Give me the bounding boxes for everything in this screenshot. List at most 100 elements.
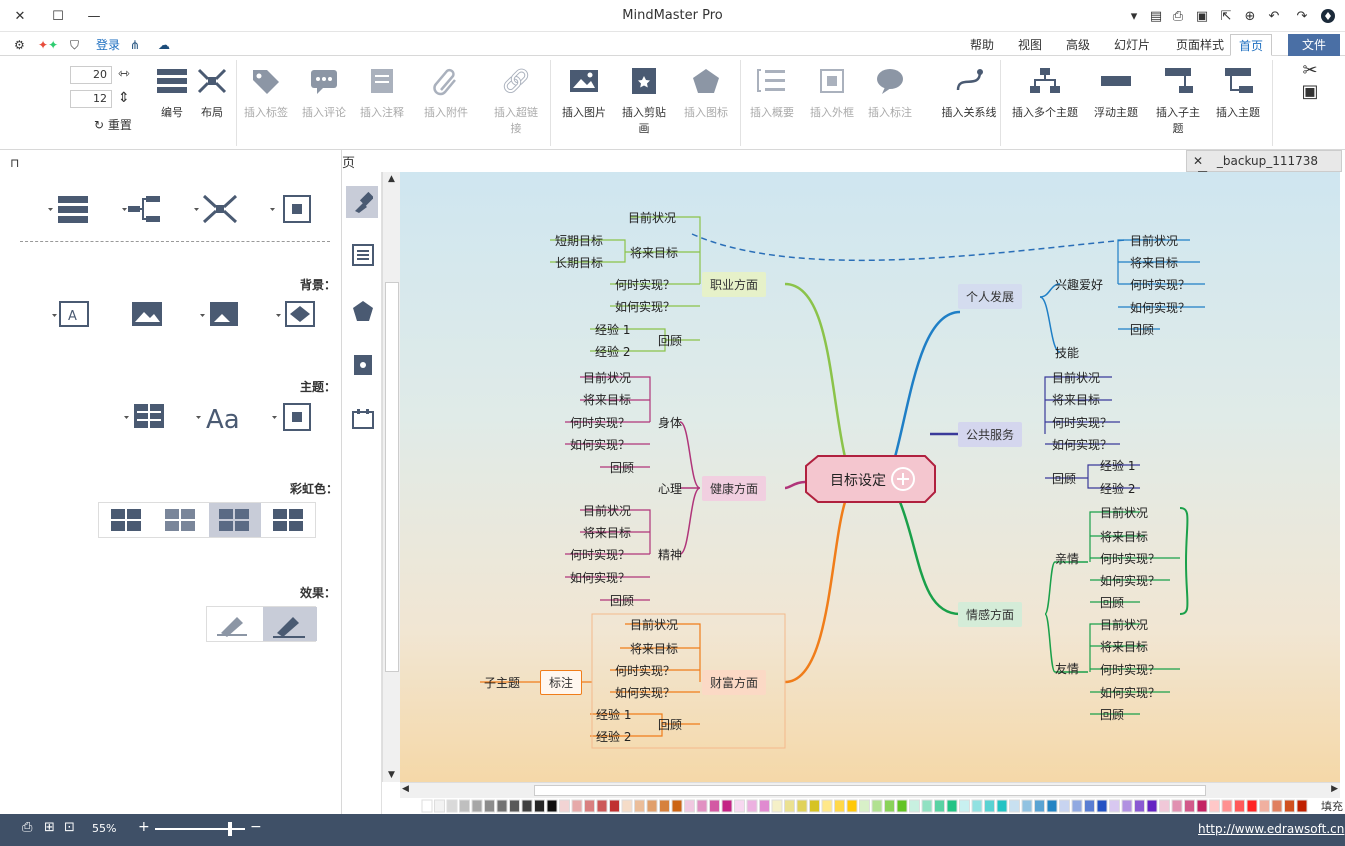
hobby-item[interactable]: 如何实现？ xyxy=(1130,299,1190,316)
color-swatch[interactable] xyxy=(1196,799,1208,813)
color-swatch[interactable] xyxy=(546,799,558,813)
insert-clipart-button[interactable]: 插入剪贴画 xyxy=(618,64,670,136)
spirit-item[interactable]: 如何实现？ xyxy=(570,569,630,586)
color-swatch[interactable] xyxy=(846,799,858,813)
color-swatch[interactable] xyxy=(809,799,820,813)
floating-subtopic[interactable]: 子主题 xyxy=(484,674,520,691)
color-swatch[interactable] xyxy=(1096,799,1108,813)
color-swatch[interactable] xyxy=(659,799,670,813)
color-swatch[interactable] xyxy=(759,799,770,813)
color-swatch[interactable] xyxy=(1184,799,1195,813)
clipart-library-icon[interactable] xyxy=(352,354,374,379)
slides-icon[interactable] xyxy=(352,408,374,433)
subtopic-skill[interactable]: 技能 xyxy=(1055,344,1079,361)
subtopic-mind[interactable]: 心理 xyxy=(658,480,682,497)
numbering-button[interactable]: 编号 xyxy=(146,64,198,120)
color-swatch[interactable] xyxy=(471,799,483,813)
format-brush-icon[interactable] xyxy=(346,186,378,218)
theme-options[interactable]: Aa xyxy=(120,400,320,434)
tab-help[interactable]: 帮助 xyxy=(962,34,1002,56)
wealth-item[interactable]: 如何实现？ xyxy=(615,684,675,701)
color-swatch[interactable] xyxy=(1221,799,1233,813)
color-swatch[interactable] xyxy=(959,799,970,813)
horizontal-scrollbar[interactable]: ◀ ▶ xyxy=(400,782,1340,798)
color-swatch[interactable] xyxy=(884,799,895,813)
wealth-review-item[interactable]: 经验 1 xyxy=(596,706,631,723)
tab-slides[interactable]: 幻灯片 xyxy=(1106,34,1158,56)
family-item[interactable]: 回顾 xyxy=(1100,594,1124,611)
insert-topic-button[interactable]: 插入主题 xyxy=(1212,64,1264,120)
color-swatch[interactable] xyxy=(509,799,520,813)
color-swatch[interactable] xyxy=(946,799,958,813)
color-swatch[interactable] xyxy=(984,799,995,813)
minimize-icon[interactable]: — xyxy=(84,6,104,26)
insert-boundary-button[interactable]: 插入外框 xyxy=(806,64,858,120)
hobby-item[interactable]: 回顾 xyxy=(1130,321,1154,338)
close-tab-icon[interactable]: ✕ xyxy=(1193,154,1203,168)
color-swatch[interactable] xyxy=(1034,799,1045,813)
main-topic-career[interactable]: 职业方面 xyxy=(702,272,767,297)
public-review-item[interactable]: 经验 2 xyxy=(1100,480,1135,497)
color-swatch[interactable] xyxy=(871,799,883,813)
body-item[interactable]: 何时实现？ xyxy=(570,414,630,431)
color-swatch[interactable] xyxy=(909,799,920,813)
color-swatch[interactable] xyxy=(534,799,545,813)
spirit-item[interactable]: 回顾 xyxy=(610,592,634,609)
color-swatch[interactable] xyxy=(459,799,470,813)
insert-icon-button[interactable]: 插入图标 xyxy=(680,64,732,120)
effect-options[interactable] xyxy=(206,606,317,642)
career-item[interactable]: 目前状况 xyxy=(628,209,676,226)
body-item[interactable]: 如何实现？ xyxy=(570,436,630,453)
color-swatch[interactable] xyxy=(1046,799,1058,813)
insert-callout-button[interactable]: 插入标注 xyxy=(864,64,916,120)
color-palette[interactable]: 填充 xyxy=(400,798,1345,814)
vertical-scrollbar[interactable]: ▲ ▼ xyxy=(382,172,400,782)
multiple-topics-button[interactable]: 插入多个主题 xyxy=(1010,64,1080,120)
color-swatch[interactable] xyxy=(1271,799,1283,813)
wealth-item[interactable]: 目前状况 xyxy=(630,616,678,633)
subtopic-family[interactable]: 亲情 xyxy=(1055,550,1079,567)
zoom-in-icon[interactable]: + xyxy=(138,819,150,835)
close-icon[interactable]: ✕ xyxy=(10,6,30,26)
friend-item[interactable]: 何时实现？ xyxy=(1100,661,1160,678)
color-swatch[interactable] xyxy=(521,799,533,813)
brand-icon[interactable]: ✦✦ xyxy=(30,34,66,56)
color-swatch[interactable] xyxy=(1209,799,1220,813)
main-topic-emotion[interactable]: 情感方面 xyxy=(958,602,1023,627)
career-item[interactable]: 回顾 xyxy=(658,332,682,349)
insert-summary-button[interactable]: 插入概要 xyxy=(746,64,798,120)
body-item[interactable]: 将来目标 xyxy=(583,391,631,408)
wealth-review-item[interactable]: 经验 2 xyxy=(596,728,631,745)
spacing-input-1[interactable]: 20 xyxy=(70,66,112,84)
career-goal-item[interactable]: 短期目标 xyxy=(555,232,603,249)
career-review-item[interactable]: 经验 1 xyxy=(595,321,630,338)
hobby-item[interactable]: 目前状况 xyxy=(1130,232,1178,249)
website-link[interactable]: http://www.edrawsoft.cn xyxy=(1198,822,1344,836)
spirit-item[interactable]: 将来目标 xyxy=(583,524,631,541)
career-item[interactable]: 如何实现？ xyxy=(615,298,675,315)
zoom-slider-handle[interactable] xyxy=(228,822,232,836)
floating-topic-button[interactable]: 浮动主题 xyxy=(1090,64,1142,120)
tab-advanced[interactable]: 高级 xyxy=(1058,34,1098,56)
main-topic-personal[interactable]: 个人发展 xyxy=(958,284,1023,309)
color-swatch[interactable] xyxy=(1084,799,1095,813)
career-item[interactable]: 将来目标 xyxy=(630,244,678,261)
spirit-item[interactable]: 何时实现？ xyxy=(570,546,630,563)
color-swatch[interactable] xyxy=(484,799,495,813)
clipboard-group[interactable]: ✂ ▣ xyxy=(1280,60,1340,104)
insert-relation-button[interactable]: 插入关系线 xyxy=(940,64,998,120)
public-item[interactable]: 何时实现？ xyxy=(1052,414,1112,431)
family-item[interactable]: 将来目标 xyxy=(1100,528,1148,545)
color-swatch[interactable] xyxy=(796,799,808,813)
color-swatch[interactable] xyxy=(1171,799,1183,813)
color-swatch[interactable] xyxy=(1146,799,1158,813)
color-swatch[interactable] xyxy=(821,799,833,813)
color-swatch[interactable] xyxy=(771,799,783,813)
color-swatch[interactable] xyxy=(634,799,645,813)
hobby-item[interactable]: 何时实现？ xyxy=(1130,276,1190,293)
pin-icon[interactable]: ⊓ xyxy=(10,156,19,170)
subtopic-spirit[interactable]: 精神 xyxy=(658,546,682,563)
color-swatch[interactable] xyxy=(1259,799,1270,813)
color-swatch[interactable] xyxy=(859,799,870,813)
maximize-icon[interactable]: ☐ xyxy=(48,6,68,26)
